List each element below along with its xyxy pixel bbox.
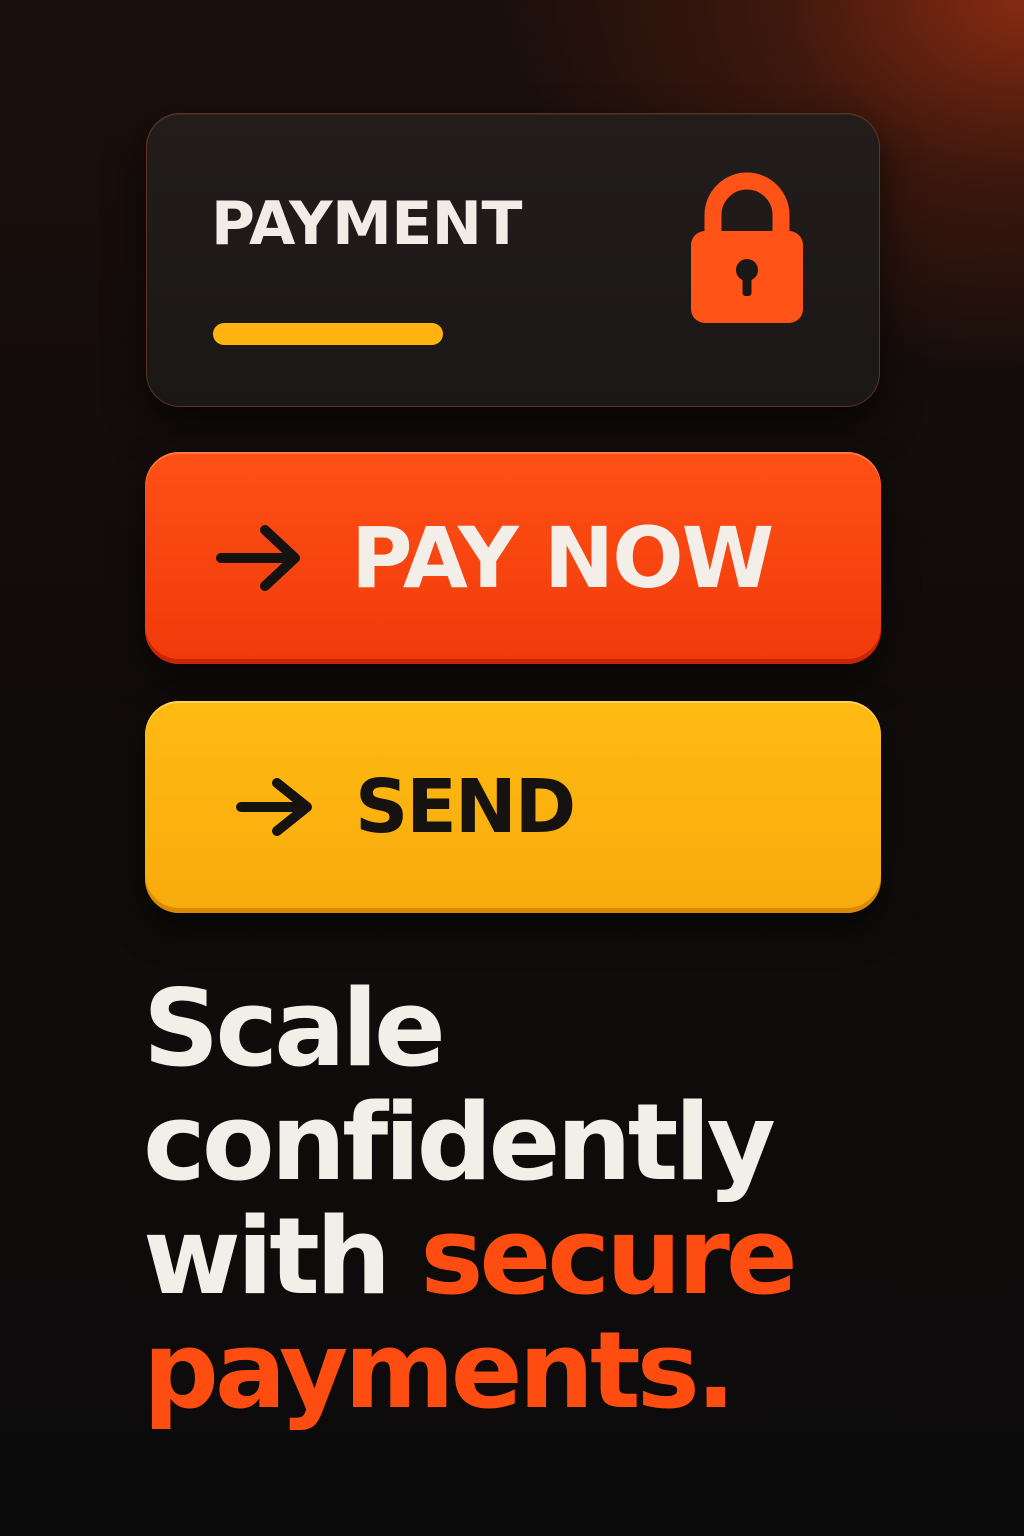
headline-line-3-accent: secure — [420, 1195, 797, 1318]
headline: Scale confidently with secure payments. — [143, 972, 983, 1428]
headline-line-1: Scale — [143, 967, 446, 1090]
send-label: SEND — [355, 764, 576, 850]
payment-card: PAYMENT — [146, 113, 880, 407]
lock-icon — [691, 172, 803, 323]
headline-line-4-accent: payments. — [143, 1309, 736, 1432]
payment-card-title: PAYMENT — [211, 189, 522, 259]
pay-now-button[interactable]: PAY NOW — [145, 452, 881, 664]
headline-line-2: confidently — [143, 1081, 776, 1204]
headline-line-3-plain: with — [143, 1195, 391, 1318]
arrow-right-icon — [236, 778, 312, 836]
arrow-right-icon — [216, 525, 300, 591]
send-button[interactable]: SEND — [145, 701, 881, 913]
pay-now-label: PAY NOW — [351, 509, 774, 607]
payment-card-underline — [213, 323, 443, 345]
